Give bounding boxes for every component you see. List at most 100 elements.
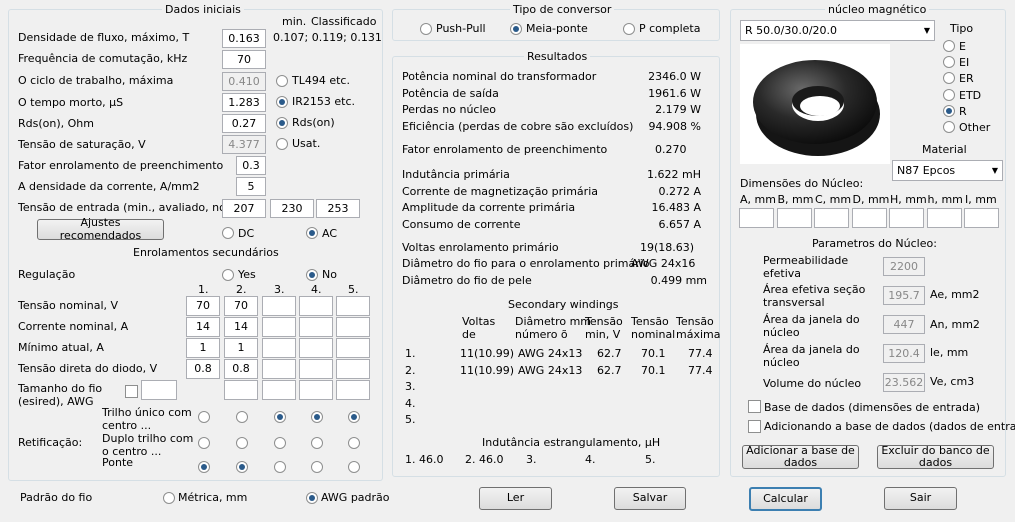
winding-input[interactable]: 0.8 xyxy=(186,359,220,379)
freq-input[interactable]: 70 xyxy=(222,50,266,69)
core-type-radio[interactable] xyxy=(943,104,955,117)
exit-button[interactable]: Sair xyxy=(884,487,957,510)
rds-input[interactable]: 0.27 xyxy=(222,114,266,133)
choke-title: Indutância estrangulamento, µH xyxy=(482,436,661,449)
database-input-label: Base de dados (dimensões de entrada) xyxy=(764,401,981,414)
winding-input[interactable] xyxy=(336,338,370,358)
winding-input[interactable]: 0.8 xyxy=(224,359,258,379)
regulation-yes-radio[interactable] xyxy=(222,269,234,281)
half-bridge-radio[interactable] xyxy=(510,23,522,35)
ir2153-radio[interactable] xyxy=(276,96,288,108)
winding-input[interactable]: 70 xyxy=(186,296,220,316)
dimension-input[interactable] xyxy=(889,208,924,228)
material-select[interactable]: N87 Epcos ▼ xyxy=(892,160,1003,181)
awg-label: AWG padrão xyxy=(321,491,390,504)
dc-radio[interactable] xyxy=(222,227,234,239)
winding-input[interactable] xyxy=(262,296,296,316)
winding-input[interactable] xyxy=(336,296,370,316)
dead-time-input[interactable]: 1.283 xyxy=(222,93,266,112)
core-select[interactable]: R 50.0/30.0/20.0 ▼ xyxy=(740,20,935,41)
secondary-results-vnom: 70.1 xyxy=(641,347,666,360)
vin-max-input[interactable]: 253 xyxy=(316,199,360,218)
rectification-radio[interactable] xyxy=(274,461,286,473)
rectification-radio[interactable] xyxy=(348,411,360,423)
dimension-input[interactable] xyxy=(851,208,887,228)
dimension-input[interactable] xyxy=(926,208,962,228)
vin-min-input[interactable]: 207 xyxy=(222,199,266,218)
usat-radio[interactable] xyxy=(276,138,288,150)
save-button[interactable]: Salvar xyxy=(614,487,686,510)
dimension-input[interactable] xyxy=(739,208,774,228)
fill-factor-input[interactable]: 0.3 xyxy=(236,156,266,175)
tl494-radio[interactable] xyxy=(276,75,288,87)
wire-size-column-input[interactable] xyxy=(299,380,333,400)
wire-size-column-input[interactable] xyxy=(336,380,370,400)
delete-from-database-button[interactable]: Excluir do banco de dados xyxy=(877,444,994,469)
winding-input[interactable] xyxy=(299,359,333,379)
rectification-radio[interactable] xyxy=(236,437,248,449)
regulation-no-radio[interactable] xyxy=(306,269,318,281)
add-to-database-button[interactable]: Adicionar a base de dados xyxy=(742,444,859,469)
database-input-checkbox[interactable] xyxy=(748,400,761,413)
wire-size-checkbox[interactable] xyxy=(125,385,138,398)
secondary-results-diameter: AWG 24x13 xyxy=(518,347,583,360)
database-add-checkbox[interactable] xyxy=(748,420,761,433)
sat-input[interactable]: 4.377 xyxy=(222,135,266,154)
metric-radio[interactable] xyxy=(163,492,175,504)
winding-input[interactable] xyxy=(262,359,296,379)
dimension-input[interactable] xyxy=(814,208,849,228)
core-params-title: Parametros do Núcleo: xyxy=(812,237,937,250)
ac-radio[interactable] xyxy=(306,227,318,239)
regulation-yes-label: Yes xyxy=(238,268,256,281)
full-bridge-radio[interactable] xyxy=(623,23,635,35)
winding-input[interactable] xyxy=(336,359,370,379)
rectification-radio[interactable] xyxy=(198,437,210,449)
vin-nominal-input[interactable]: 230 xyxy=(270,199,314,218)
rectification-radio[interactable] xyxy=(198,461,210,473)
rectification-radio[interactable] xyxy=(236,411,248,423)
rectification-radio[interactable] xyxy=(311,461,323,473)
current-density-input[interactable]: 5 xyxy=(236,177,266,196)
winding-input[interactable]: 70 xyxy=(224,296,258,316)
core-type-radio[interactable] xyxy=(943,40,955,52)
dimension-input[interactable] xyxy=(776,208,812,228)
push-pull-radio[interactable] xyxy=(420,23,432,35)
an-unit: An, mm2 xyxy=(930,318,980,331)
winding-input[interactable]: 14 xyxy=(224,317,258,337)
recommended-settings-button[interactable]: Ajustes recomendados xyxy=(37,217,164,241)
winding-input[interactable]: 14 xyxy=(186,317,220,337)
awg-radio[interactable] xyxy=(306,492,318,504)
calculate-button[interactable]: Calcular xyxy=(749,487,822,511)
wire-size-column-input[interactable] xyxy=(262,380,296,400)
rds-radio[interactable] xyxy=(276,117,288,129)
wire-size-column-input[interactable] xyxy=(224,380,258,400)
secondary-windings-title: Enrolamentos secundários xyxy=(133,246,279,259)
winding-input[interactable] xyxy=(299,296,333,316)
duty-input[interactable]: 0.410 xyxy=(222,72,266,91)
winding-input[interactable]: 1 xyxy=(224,338,258,358)
choke-value: 5. xyxy=(645,453,656,466)
winding-input[interactable] xyxy=(299,338,333,358)
wire-size-input[interactable] xyxy=(141,380,177,400)
rectification-radio[interactable] xyxy=(348,461,360,473)
core-type-radio[interactable] xyxy=(943,121,955,133)
result-value: 1961.6 W xyxy=(648,86,701,100)
winding-input[interactable] xyxy=(262,317,296,337)
winding-input[interactable]: 1 xyxy=(186,338,220,358)
dimension-input[interactable] xyxy=(964,208,999,228)
choke-value: 1. 46.0 xyxy=(405,453,444,466)
rectification-radio[interactable] xyxy=(311,411,323,423)
rectification-radio[interactable] xyxy=(348,437,360,449)
read-button[interactable]: Ler xyxy=(479,487,552,510)
rectification-radio[interactable] xyxy=(274,437,286,449)
secondary-results-index: 1. xyxy=(405,347,416,360)
core-type-radio[interactable] xyxy=(943,88,955,101)
rectification-radio[interactable] xyxy=(274,411,286,423)
winding-input[interactable] xyxy=(336,317,370,337)
rectification-radio[interactable] xyxy=(236,461,248,473)
winding-input[interactable] xyxy=(262,338,296,358)
rectification-radio[interactable] xyxy=(311,437,323,449)
winding-input[interactable] xyxy=(299,317,333,337)
flux-input[interactable]: 0.163 xyxy=(222,29,266,48)
rectification-radio[interactable] xyxy=(198,411,210,423)
